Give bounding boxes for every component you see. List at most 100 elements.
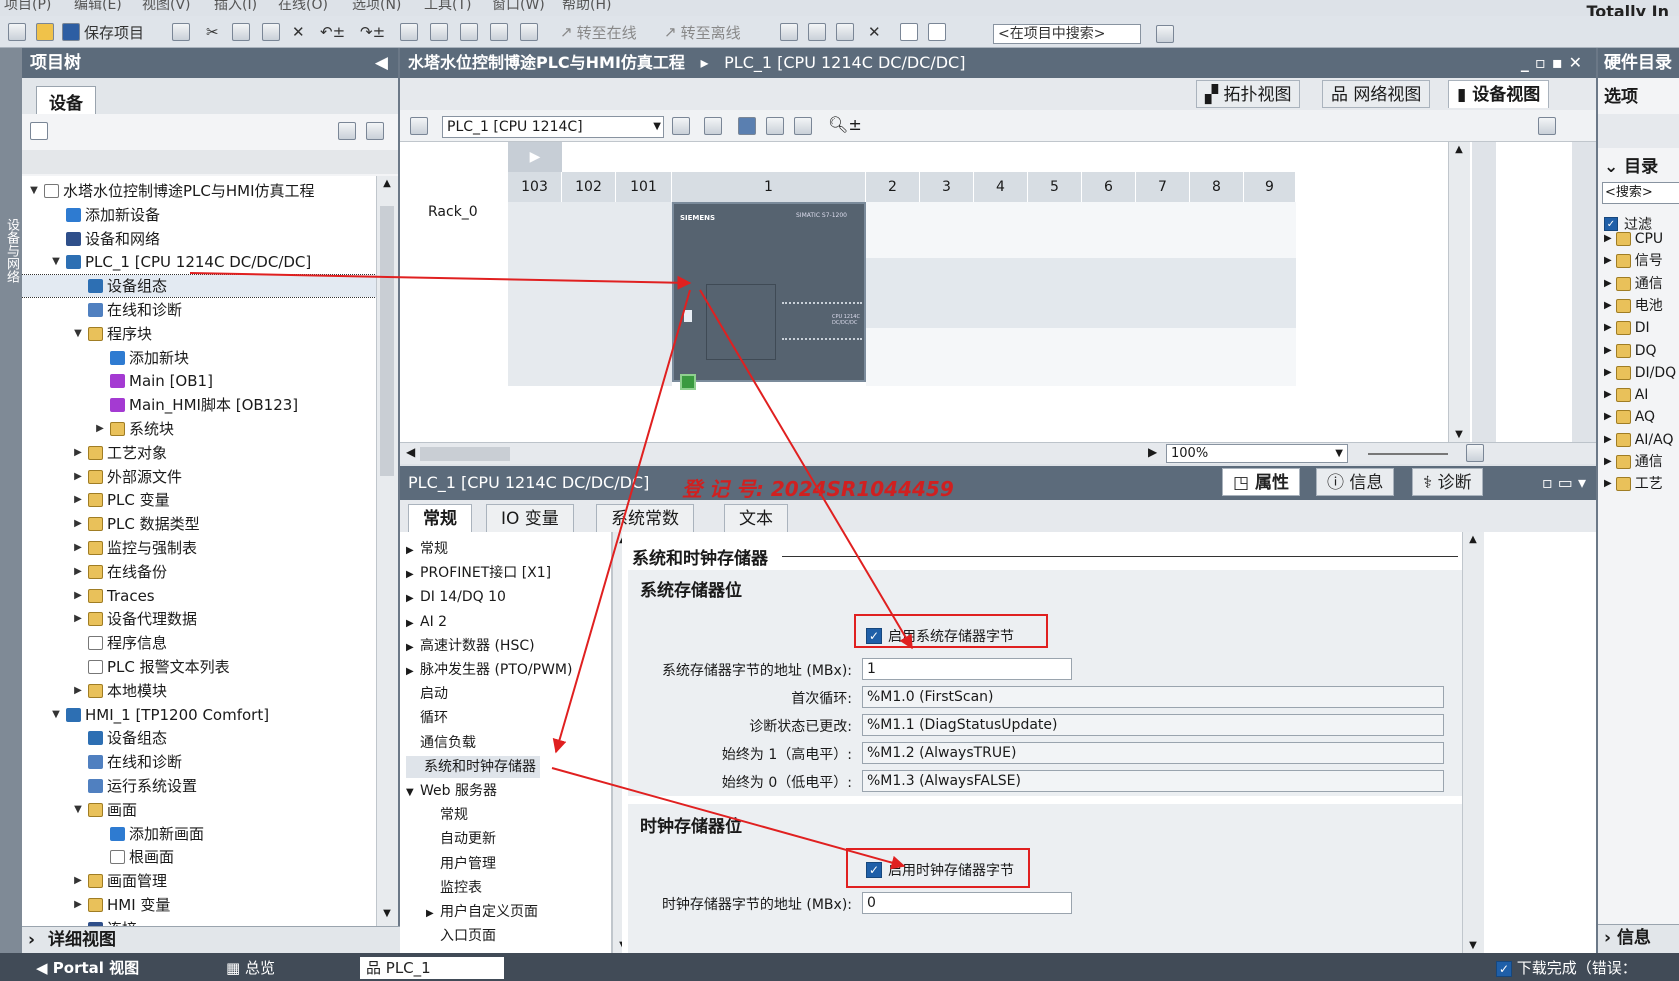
catalog-item[interactable]: ▶ 通信 xyxy=(1604,273,1663,295)
fit-icon[interactable] xyxy=(672,117,690,135)
overview-button[interactable]: ▦ 总览 xyxy=(220,957,281,979)
content-scrollbar[interactable]: ▲ ▼ xyxy=(1462,532,1484,953)
expand-arrow-icon[interactable]: ▶ xyxy=(72,442,84,464)
catalog-item[interactable]: ▶ CPU xyxy=(1604,228,1663,250)
zoom-slider[interactable] xyxy=(1368,453,1448,455)
rack-slot[interactable]: 1 xyxy=(672,172,866,202)
expand-arrow-icon[interactable]: ▶ xyxy=(72,489,84,511)
tree-item[interactable]: 连接 xyxy=(72,918,137,926)
expand-arrow-icon[interactable]: ▶ xyxy=(72,585,84,607)
compare-icon[interactable] xyxy=(808,22,826,42)
tree-sync-icon[interactable] xyxy=(366,122,384,140)
tab-info[interactable]: ⓘ 信息 xyxy=(1316,468,1395,496)
rack-slot[interactable]: 103 xyxy=(508,172,562,202)
expand-arrow-icon[interactable]: ▶ xyxy=(94,418,106,440)
rack-slot[interactable]: 7 xyxy=(1136,172,1190,202)
property-nav-item[interactable]: ▶ 脉冲发生器 (PTO/PWM) xyxy=(406,659,572,681)
menu-item[interactable]: 帮助(H) xyxy=(562,0,611,14)
print-icon[interactable] xyxy=(172,22,190,42)
property-nav-item[interactable]: 入口页面 xyxy=(426,925,496,947)
expand-arrow-icon[interactable]: ▼ xyxy=(50,704,62,726)
go-online-button[interactable]: ↗ 转至在线 xyxy=(560,22,637,42)
property-nav-item[interactable]: ▶ DI 14/DQ 10 xyxy=(406,586,506,608)
delete-icon[interactable]: ✕ xyxy=(292,22,305,42)
tree-item[interactable]: ▼ 程序块 xyxy=(72,323,152,345)
menu-item[interactable]: 窗口(W) xyxy=(492,0,545,14)
expand-arrow-icon[interactable]: ▶ xyxy=(72,608,84,630)
cut-icon[interactable]: ✂ xyxy=(206,22,219,42)
tree-item[interactable]: PLC 报警文本列表 xyxy=(72,656,230,678)
tree-item[interactable]: ▶ Traces xyxy=(72,585,154,607)
property-nav-item[interactable]: 用户管理 xyxy=(426,853,496,875)
tree-item[interactable]: ▶ PLC 数据类型 xyxy=(72,513,200,535)
expand-arrow-icon[interactable]: ▶ xyxy=(72,513,84,535)
tree-item[interactable]: ▼ PLC_1 [CPU 1214C DC/DC/DC] xyxy=(50,251,311,273)
close-all-icon[interactable]: ✕ xyxy=(868,22,881,42)
catalog-item[interactable]: ▶ 信号 xyxy=(1604,250,1663,272)
download-icon[interactable] xyxy=(430,22,448,42)
rack-slot[interactable]: 2 xyxy=(866,172,920,202)
device-data-icon[interactable] xyxy=(1538,117,1556,135)
menu-item[interactable]: 工具(T) xyxy=(424,0,471,14)
status-message[interactable]: ✓ 下载完成（错误： xyxy=(1490,957,1643,979)
expand-arrow-icon[interactable]: ▼ xyxy=(72,799,84,821)
menu-item[interactable]: 在线(O) xyxy=(278,0,328,14)
subtab-io-tags[interactable]: IO 变量 xyxy=(486,504,574,532)
subtab-general[interactable]: 常规 xyxy=(408,504,472,532)
tree-item[interactable]: 添加新设备 xyxy=(50,204,160,226)
tree-item[interactable]: ▶ 外部源文件 xyxy=(72,466,182,488)
property-nav-item[interactable]: 循环 xyxy=(406,707,448,729)
tree-item[interactable]: ▶ HMI 变量 xyxy=(72,894,170,916)
property-nav-item[interactable]: ▼ Web 服务器 xyxy=(406,780,497,802)
tree-item[interactable]: 设备和网络 xyxy=(50,228,160,250)
go-offline-button[interactable]: ↗ 转至离线 xyxy=(664,22,741,42)
tree-item[interactable]: ▶ 工艺对象 xyxy=(72,442,167,464)
expand-arrow-icon[interactable]: ▶ xyxy=(72,680,84,702)
tree-item[interactable]: 设备组态 xyxy=(22,274,376,299)
device-data-strip[interactable] xyxy=(1472,142,1496,442)
project-search-input[interactable]: <在项目中搜索> xyxy=(993,24,1141,44)
menu-item[interactable]: 插入(I) xyxy=(214,0,257,14)
menu-item[interactable]: 编辑(E) xyxy=(74,0,122,14)
device-pointer-icon[interactable] xyxy=(410,117,428,135)
diagnostics-icon[interactable] xyxy=(780,22,798,42)
tree-item[interactable]: 添加新画面 xyxy=(94,823,204,845)
scroll-up-icon[interactable]: ▲ xyxy=(379,178,395,194)
canvas-scrollbar[interactable]: ▲ ▼ xyxy=(1448,142,1470,442)
menu-item[interactable]: 选项(N) xyxy=(352,0,401,14)
profinet-port-icon[interactable] xyxy=(680,374,696,390)
menu-item[interactable]: 项目(P) xyxy=(4,0,51,14)
rack-slot[interactable]: 5 xyxy=(1028,172,1082,202)
accessible-devices-icon[interactable] xyxy=(520,22,538,42)
simulation-icon[interactable] xyxy=(490,22,508,42)
catalog-options[interactable]: 选项 xyxy=(1604,82,1638,107)
search-go-icon[interactable] xyxy=(1156,24,1174,44)
catalog-item[interactable]: ▶ AI/AQ xyxy=(1604,429,1673,451)
tree-item[interactable]: ▶ 系统块 xyxy=(94,418,174,440)
catalog-item[interactable]: ▶ DQ xyxy=(1604,340,1657,362)
canvas-hscroll[interactable]: ◀ ▶ 100% ▼ xyxy=(400,442,1596,464)
detail-view-header[interactable]: › 详细视图 xyxy=(22,926,400,953)
tree-item[interactable]: ▶ 画面管理 xyxy=(72,870,167,892)
collapse-panel-icon[interactable]: ◀ xyxy=(375,48,388,78)
expand-arrow-icon[interactable]: ▼ xyxy=(72,323,84,345)
subtab-system-constants[interactable]: 系统常数 xyxy=(596,504,694,532)
hscroll-thumb[interactable] xyxy=(420,447,510,461)
catalog-search-input[interactable]: <搜索> xyxy=(1602,182,1679,204)
tree-item[interactable]: 在线和诊断 xyxy=(72,751,182,773)
property-nav-item[interactable]: 常规 xyxy=(426,804,468,826)
portal-view-button[interactable]: ◀ Portal 视图 xyxy=(30,957,145,979)
rack-slot[interactable]: 101 xyxy=(616,172,672,202)
tree-item[interactable]: 运行系统设置 xyxy=(72,775,197,797)
property-nav-item[interactable]: 通信负载 xyxy=(406,732,476,754)
tree-item[interactable]: 程序信息 xyxy=(72,632,167,654)
zoom-select[interactable]: 100% ▼ xyxy=(1166,444,1348,463)
catalog-item[interactable]: ▶ AI xyxy=(1604,384,1648,406)
expand-arrow-icon[interactable]: ▶ xyxy=(72,870,84,892)
rack-slot[interactable]: 102 xyxy=(562,172,616,202)
property-nav-item[interactable]: 自动更新 xyxy=(426,828,496,850)
split-vertical-icon[interactable] xyxy=(928,22,946,42)
tree-item[interactable]: 设备组态 xyxy=(72,727,167,749)
overview-nav-icon[interactable] xyxy=(1466,444,1484,462)
tree-item[interactable]: 根画面 xyxy=(94,846,174,868)
